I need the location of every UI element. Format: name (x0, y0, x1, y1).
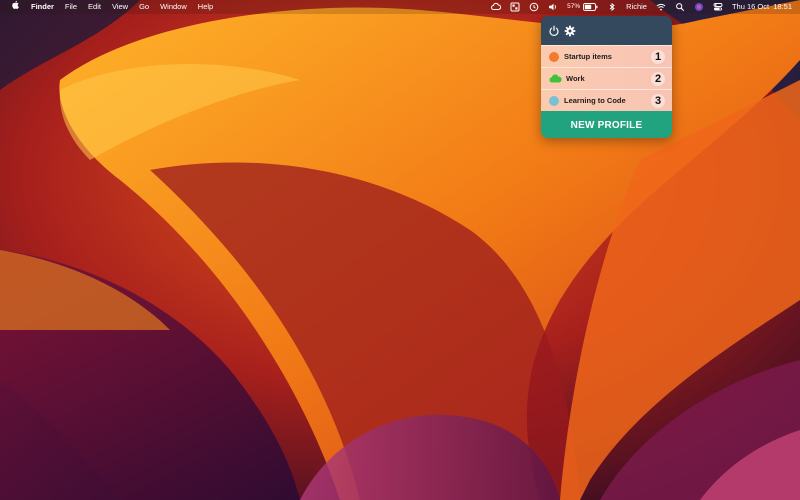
battery-status[interactable]: 57% (567, 0, 598, 14)
orange-dot-icon (549, 51, 559, 62)
menu-edit[interactable]: Edit (88, 0, 101, 14)
creative-cloud-icon[interactable] (491, 2, 502, 12)
clock-datetime[interactable]: Thu 16 Oct 18:51 (732, 0, 792, 14)
popover-header (541, 16, 672, 45)
control-center-icon[interactable] (713, 2, 723, 12)
profile-row-startup[interactable]: Startup items 1 (541, 45, 672, 67)
menu-window[interactable]: Window (160, 0, 187, 14)
profile-label: Work (566, 74, 585, 83)
menu-bar: Finder File Edit View Go Window Help 57%… (0, 0, 800, 14)
bluetooth-icon[interactable] (607, 2, 617, 12)
power-icon[interactable] (548, 24, 561, 37)
profile-label: Learning to Code (564, 96, 626, 105)
time-machine-icon[interactable] (529, 2, 539, 12)
profile-number: 1 (651, 50, 665, 64)
desktop-wallpaper (0, 0, 800, 500)
profile-number: 2 (651, 72, 665, 86)
spotlight-icon[interactable] (675, 2, 685, 12)
battery-icon (583, 3, 598, 11)
menu-file[interactable]: File (65, 0, 77, 14)
profile-label: Startup items (564, 52, 612, 61)
gear-icon[interactable] (564, 24, 577, 37)
menu-view[interactable]: View (112, 0, 128, 14)
green-cloud-icon (549, 74, 562, 84)
menu-go[interactable]: Go (139, 0, 149, 14)
profile-row-work[interactable]: Work 2 (541, 67, 672, 89)
wifi-icon[interactable] (656, 2, 666, 12)
apple-logo-icon[interactable] (10, 0, 20, 15)
profile-number: 3 (651, 94, 665, 108)
blue-dot-icon (549, 95, 559, 106)
menu-app-name[interactable]: Finder (31, 0, 54, 14)
profiles-popover: Startup items 1 Work 2 Learning to Code … (541, 16, 672, 138)
volume-icon[interactable] (548, 2, 558, 12)
battery-percent: 57% (567, 3, 581, 10)
siri-icon[interactable] (694, 2, 704, 12)
profiles-menu-icon[interactable] (510, 2, 520, 12)
new-profile-button[interactable]: NEW PROFILE (541, 111, 672, 138)
menu-help[interactable]: Help (198, 0, 213, 14)
profile-row-learning[interactable]: Learning to Code 3 (541, 89, 672, 111)
user-name[interactable]: Richie (626, 0, 647, 14)
